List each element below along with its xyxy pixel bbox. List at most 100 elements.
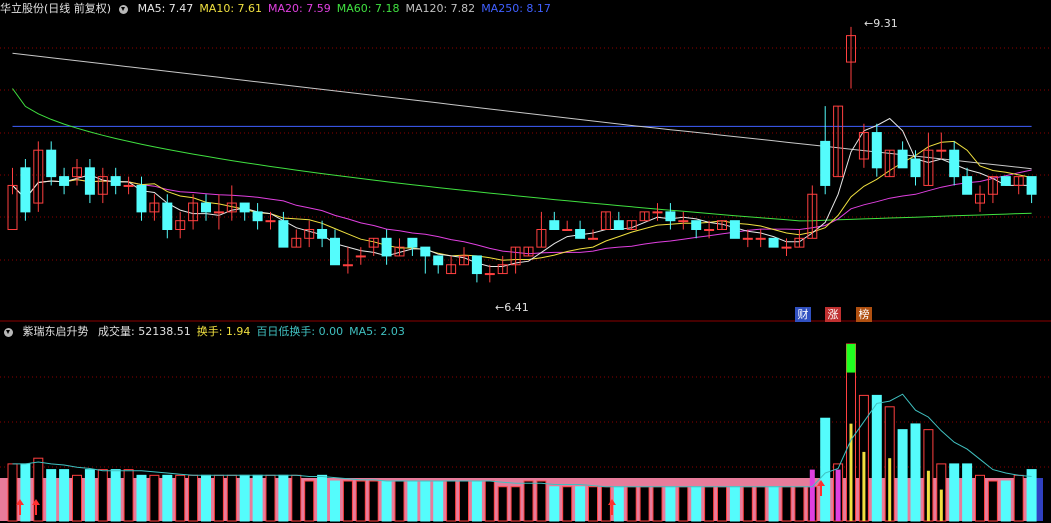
volume-bar [20,463,31,522]
candle-body [162,202,173,230]
volume-bar [626,486,637,522]
low-annotation: ←6.41 [495,301,529,314]
candle-body [575,229,586,239]
candle-body [691,220,702,230]
candle-body [471,255,482,275]
candle-body [46,149,57,178]
turnover-bar [888,458,892,521]
candle-body [59,176,70,186]
candle-body [381,237,392,257]
candle-body [755,237,766,240]
volume-bar [575,486,586,522]
volume-bar [162,474,173,522]
volume-bar [123,469,134,522]
volume-bar [149,474,160,522]
volume-bar [342,480,353,522]
candle-body [1000,176,1011,186]
candle-body [678,220,689,223]
volume-bar [562,486,573,522]
candle-body [588,237,598,240]
candle-body [665,211,676,222]
candle-body [278,220,289,248]
candle-body [330,237,340,266]
candle-body [484,273,495,276]
volume-bar [7,463,18,522]
volume-bar [188,474,199,522]
volume-bar [665,486,676,522]
turnover-bar [926,470,930,521]
candle-body [871,132,882,169]
candle-body [936,149,947,152]
volume-bar [820,417,831,522]
volume-bar [304,480,315,522]
volume-bar [1000,480,1011,522]
volume-bar [239,474,250,522]
volume-bar [704,486,715,522]
volume-bar [46,469,57,522]
volume-bar [1013,474,1024,522]
limit-up-bar [846,344,856,373]
volume-bar [484,480,495,522]
volume-bar [510,486,521,522]
volume-bar [549,486,560,522]
volume-bar [394,480,405,522]
volume-bar [226,474,237,522]
turnover-bar [939,489,943,521]
volume-bar [975,474,985,522]
volume-bar [278,474,289,522]
candle-body [317,229,328,239]
volume-bar [781,486,792,522]
volume-bar [471,480,482,522]
candle-body [897,149,908,169]
candle-body [742,237,753,240]
volume-bar [1026,469,1037,522]
volume-bar [381,480,392,522]
candle-body [1026,176,1037,195]
volume-bar [717,486,727,522]
high-annotation: ←9.31 [864,17,898,30]
candle-body [420,246,431,257]
volume-bar [639,486,650,522]
volume-bar [330,480,340,522]
volume-bar [794,486,805,522]
volume-bar [59,469,70,522]
volume-bar [175,474,186,522]
volume-bar [949,463,960,522]
volume-bar [987,480,998,522]
volume-bar [446,480,457,522]
volume-bar [433,480,444,522]
volume-bar [962,463,973,522]
candle-body [355,255,366,258]
candle-body [407,237,418,248]
volume-bar [265,474,276,522]
volume-bar [755,486,766,522]
event-badge[interactable]: 榜 [856,307,872,322]
signal-bar [809,469,815,521]
event-badge[interactable]: 财 [795,307,811,322]
volume-bar [291,474,302,522]
candle-body [265,220,276,223]
candle-body [704,229,715,231]
volume-bar [459,480,469,522]
volume-bar [536,480,547,522]
candle-body [84,167,95,195]
candle-body [213,211,224,214]
candle-body [613,220,624,230]
candle-body [729,220,740,239]
candle-body [201,202,211,213]
candle-body [820,140,831,186]
volume-bar [72,474,82,522]
candle-body [433,255,444,266]
volume-bar [368,480,379,522]
volume-bar [897,429,908,522]
volume-bar [407,480,418,522]
candle-body [768,237,779,248]
volume-bar [213,474,224,522]
candlestick-chart: ←9.31 ←6.41 [0,17,1051,322]
candle-body [910,158,921,178]
event-badge[interactable]: 涨 [825,307,841,322]
volume-bar [742,486,753,522]
volume-bar [871,394,882,522]
volume-bar [652,486,663,522]
candle-body [949,149,960,178]
